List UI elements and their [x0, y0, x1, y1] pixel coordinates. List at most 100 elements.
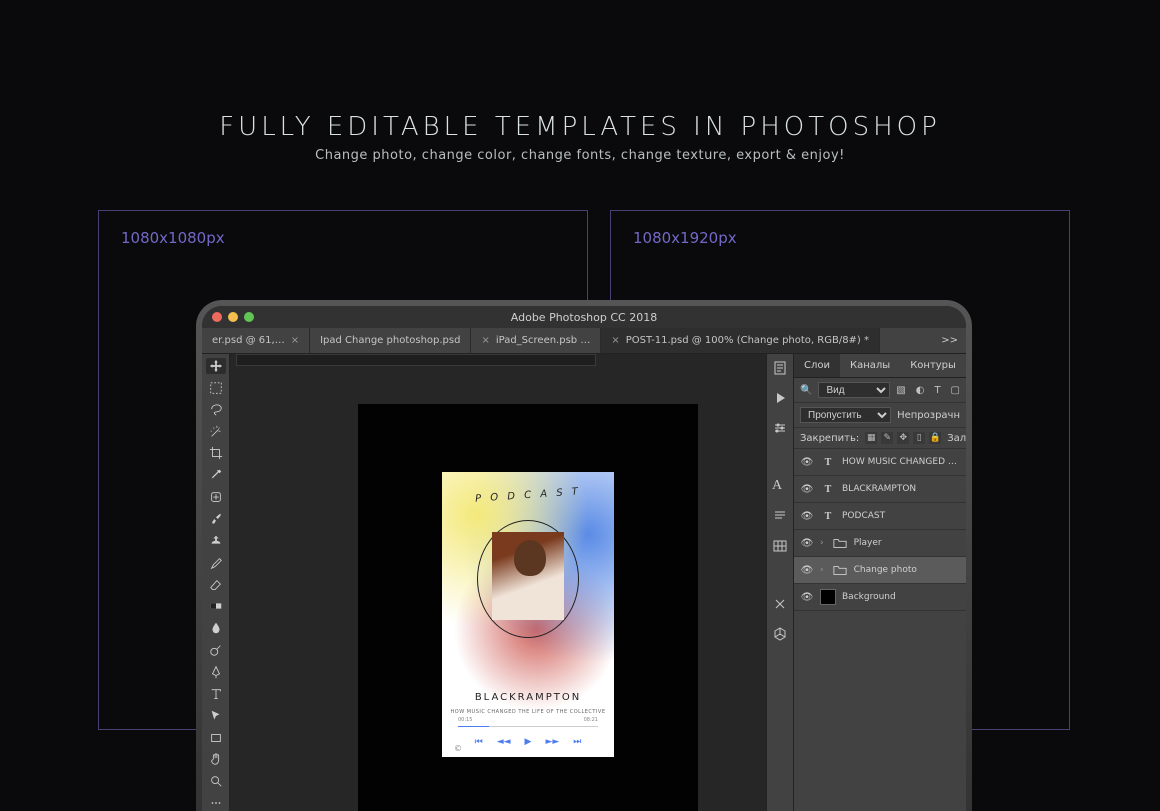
- lock-icon[interactable]: 🔒: [929, 432, 941, 444]
- tab-channels[interactable]: Каналы: [840, 354, 900, 377]
- visibility-icon[interactable]: 👁: [800, 484, 814, 495]
- brush-tool[interactable]: [206, 511, 226, 527]
- layers-panel: Слои Каналы Контуры 🔍 Вид ▧ ◐ T ▢ Пропус…: [794, 354, 966, 811]
- opacity-label: Непрозрачн: [897, 410, 960, 421]
- history-panel-icon[interactable]: [772, 360, 788, 376]
- ipad-screen: Adobe Photoshop CC 2018 er.psd @ 61,… × I…: [202, 306, 966, 811]
- healing-brush-tool[interactable]: [206, 489, 226, 505]
- magic-wand-tool[interactable]: [206, 424, 226, 440]
- crop-tool[interactable]: [206, 445, 226, 461]
- tab-doc-4[interactable]: × POST-11.psd @ 100% (Change photo, RGB/8…: [601, 328, 880, 353]
- 3d-panel-icon[interactable]: [772, 626, 788, 642]
- tools-panel-icon[interactable]: [772, 596, 788, 612]
- cc-icon: ©: [454, 744, 462, 753]
- zoom-tool[interactable]: [206, 773, 226, 789]
- ipad-frame: Adobe Photoshop CC 2018 er.psd @ 61,… × I…: [196, 300, 972, 811]
- play-icon: ▶: [525, 737, 532, 747]
- visibility-icon[interactable]: 👁: [800, 592, 814, 603]
- pen-tool[interactable]: [206, 664, 226, 680]
- layer-text-2[interactable]: 👁 T BLACKRAMPTON: [794, 476, 966, 503]
- gradient-tool[interactable]: [206, 598, 226, 614]
- folder-icon: [832, 562, 848, 578]
- disclosure-icon[interactable]: ›: [820, 538, 824, 548]
- search-icon[interactable]: 🔍: [800, 385, 812, 396]
- layer-name: Background: [842, 592, 960, 602]
- portrait-photo: [492, 532, 564, 620]
- marquee-tool[interactable]: [206, 380, 226, 396]
- next-icon: ⏭: [573, 737, 581, 747]
- type-layer-icon: T: [820, 454, 836, 470]
- time-elapsed: 00:15: [458, 717, 472, 723]
- lock-position-icon[interactable]: ✥: [897, 432, 909, 444]
- collapsed-panels: A: [766, 354, 794, 811]
- window-titlebar: Adobe Photoshop CC 2018: [202, 306, 966, 328]
- layer-text-1[interactable]: 👁 T HOW MUSIC CHANGED THE LIFE OF T: [794, 449, 966, 476]
- progress-bar: [458, 726, 598, 727]
- player-controls: ⏮ ◄◄ ▶ ►► ⏭: [442, 737, 614, 747]
- layer-name: Player: [854, 538, 960, 548]
- blur-tool[interactable]: [206, 620, 226, 636]
- fill-label: Зал: [947, 433, 966, 444]
- close-icon[interactable]: ×: [481, 335, 489, 346]
- history-brush-tool[interactable]: [206, 555, 226, 571]
- options-bar-segment[interactable]: [236, 354, 596, 366]
- disclosure-icon[interactable]: ›: [820, 565, 824, 575]
- panel-tabs: Слои Каналы Контуры: [794, 354, 966, 378]
- edit-toolbar-button[interactable]: [206, 795, 226, 811]
- paragraph-panel-icon[interactable]: [772, 508, 788, 524]
- layer-filter-row: 🔍 Вид ▧ ◐ T ▢: [794, 378, 966, 403]
- time-total: 08:21: [584, 717, 598, 723]
- filter-type-icon[interactable]: T: [934, 385, 940, 396]
- forward-icon: ►►: [545, 737, 559, 747]
- type-tool[interactable]: [206, 686, 226, 702]
- visibility-icon[interactable]: 👁: [800, 457, 814, 468]
- rectangle-tool[interactable]: [206, 730, 226, 746]
- layer-name: Change photo: [854, 565, 960, 575]
- filter-shape-icon[interactable]: ▢: [951, 385, 960, 396]
- tab-label: POST-11.psd @ 100% (Change photo, RGB/8#…: [626, 335, 869, 346]
- visibility-icon[interactable]: 👁: [800, 565, 814, 576]
- lock-pixels-icon[interactable]: ✎: [881, 432, 893, 444]
- path-selection-tool[interactable]: [206, 708, 226, 724]
- tab-doc-3[interactable]: ×iPad_Screen.psb …: [471, 328, 601, 353]
- layer-background[interactable]: 👁 Background: [794, 584, 966, 611]
- clone-stamp-tool[interactable]: [206, 533, 226, 549]
- character-panel-icon[interactable]: A: [772, 478, 788, 494]
- lasso-tool[interactable]: [206, 402, 226, 418]
- tab-doc-1[interactable]: er.psd @ 61,… ×: [202, 328, 310, 353]
- lock-all-icon[interactable]: ▦: [865, 432, 877, 444]
- visibility-icon[interactable]: 👁: [800, 511, 814, 522]
- layer-text-3[interactable]: 👁 T PODCAST: [794, 503, 966, 530]
- eyedropper-tool[interactable]: [206, 467, 226, 483]
- canvas-area[interactable]: P O D C A S T BLACKRAMPTON HOW MUSIC CHA…: [230, 354, 766, 811]
- blend-mode-dropdown[interactable]: Пропустить: [800, 407, 891, 423]
- tab-doc-2[interactable]: Ipad Change photoshop.psd: [310, 328, 471, 353]
- document-tabbar: er.psd @ 61,… × Ipad Change photoshop.psd…: [202, 328, 966, 354]
- tab-layers[interactable]: Слои: [794, 354, 840, 377]
- move-tool[interactable]: [206, 358, 226, 374]
- player-times: 00:15 08:21: [458, 717, 598, 723]
- filter-pixel-icon[interactable]: ▧: [896, 385, 905, 396]
- close-icon[interactable]: ×: [611, 335, 619, 346]
- layer-group-change-photo[interactable]: 👁 › Change photo: [794, 557, 966, 584]
- filter-dropdown[interactable]: Вид: [818, 382, 890, 398]
- glyphs-panel-icon[interactable]: [772, 538, 788, 554]
- visibility-icon[interactable]: 👁: [800, 538, 814, 549]
- play-panel-icon[interactable]: [772, 390, 788, 406]
- lock-row: Закрепить: ▦ ✎ ✥ ▯ 🔒 Зал: [794, 428, 966, 449]
- close-icon[interactable]: ×: [291, 335, 299, 346]
- hand-tool[interactable]: [206, 751, 226, 767]
- filter-adjust-icon[interactable]: ◐: [916, 385, 925, 396]
- workspace: P O D C A S T BLACKRAMPTON HOW MUSIC CHA…: [202, 354, 966, 811]
- tab-overflow-button[interactable]: >>: [941, 335, 958, 346]
- layer-group-player[interactable]: 👁 › Player: [794, 530, 966, 557]
- tab-paths[interactable]: Контуры: [900, 354, 966, 377]
- tab-label: er.psd @ 61,…: [212, 335, 285, 346]
- window-title: Adobe Photoshop CC 2018: [202, 311, 966, 324]
- eraser-tool[interactable]: [206, 577, 226, 593]
- lock-artboard-icon[interactable]: ▯: [913, 432, 925, 444]
- adjustments-panel-icon[interactable]: [772, 420, 788, 436]
- layer-name: HOW MUSIC CHANGED THE LIFE OF T: [842, 457, 960, 467]
- dodge-tool[interactable]: [206, 642, 226, 658]
- document-canvas[interactable]: P O D C A S T BLACKRAMPTON HOW MUSIC CHA…: [358, 404, 698, 811]
